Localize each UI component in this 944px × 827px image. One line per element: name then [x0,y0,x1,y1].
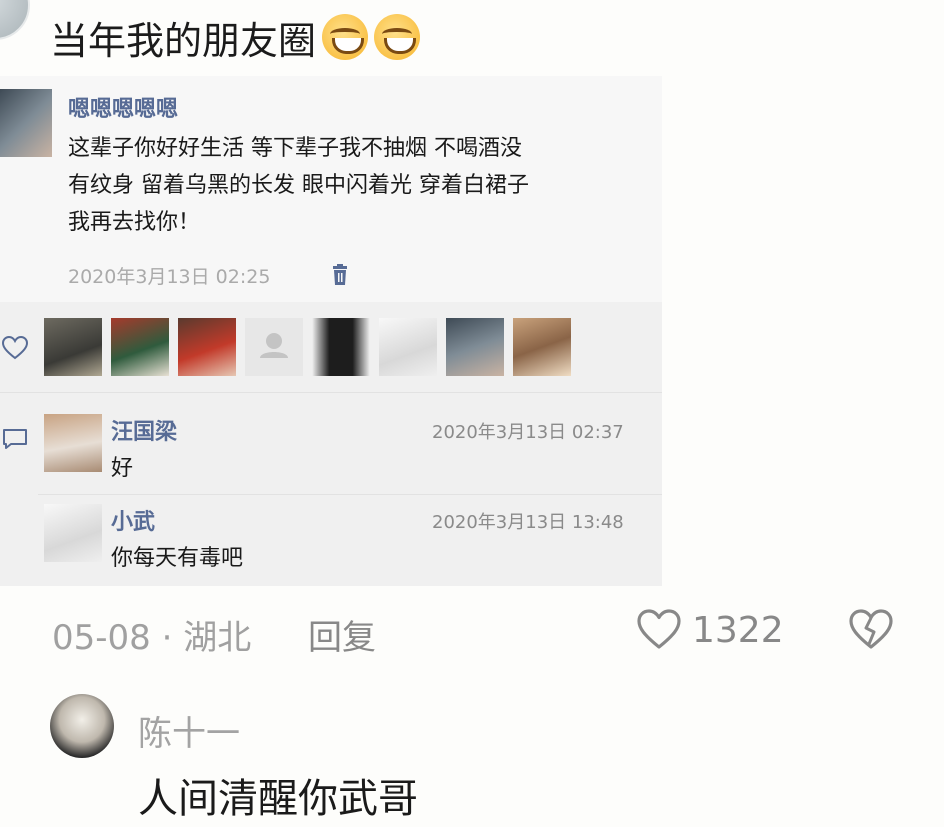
liker-avatar[interactable] [111,318,169,376]
comment-time: 2020年3月13日 02:37 [432,422,624,443]
liker-avatar[interactable] [513,318,571,376]
comment-bubble-icon [3,429,27,449]
reply-button[interactable]: 回复 [308,610,376,659]
default-user-icon [260,333,288,358]
comment-author-name[interactable]: 小武 [111,504,155,536]
comment-avatar[interactable] [44,414,102,472]
comment-date-location: 05-08 · 湖北 [52,618,252,658]
grinning-face-emoji-icon [374,14,421,60]
divider [0,392,662,393]
heart-outline-icon [2,336,28,360]
like-count: 1322 [692,610,784,651]
comment-text: 你每天有毒吧 [111,546,244,571]
comment-time: 2020年3月13日 13:48 [432,512,624,533]
liker-avatar[interactable] [379,318,437,376]
reply-user-name[interactable]: 陈十一 [138,706,240,755]
moment-text: 这辈子你好好生活 等下辈子我不抽烟 不喝酒没 有纹身 留着乌黑的长发 眼中闪着光… [68,136,529,235]
broken-heart-icon[interactable] [848,608,894,650]
liker-avatar[interactable] [312,318,370,376]
comment-author-name[interactable]: 汪国梁 [111,414,177,446]
liker-avatar[interactable] [245,318,303,376]
moment-time: 2020年3月13日 02:25 [68,266,271,288]
comment-text: 当年我的朋友圈 [50,14,421,68]
liker-avatar[interactable] [178,318,236,376]
reply-user-avatar[interactable] [50,694,114,758]
grinning-face-emoji-icon [322,14,369,60]
trash-icon[interactable] [330,264,350,286]
divider [38,494,662,495]
heart-outline-icon[interactable] [636,608,682,650]
liker-avatar[interactable] [446,318,504,376]
liker-avatar[interactable] [44,318,102,376]
comment-avatar[interactable] [44,504,102,562]
moment-author-avatar[interactable] [0,89,52,157]
moment-author-name[interactable]: 嗯嗯嗯嗯嗯 [68,91,178,123]
commenter-avatar[interactable] [0,0,30,40]
reply-text: 人间清醒你武哥 [138,776,418,822]
comment-text: 好 [111,456,134,481]
